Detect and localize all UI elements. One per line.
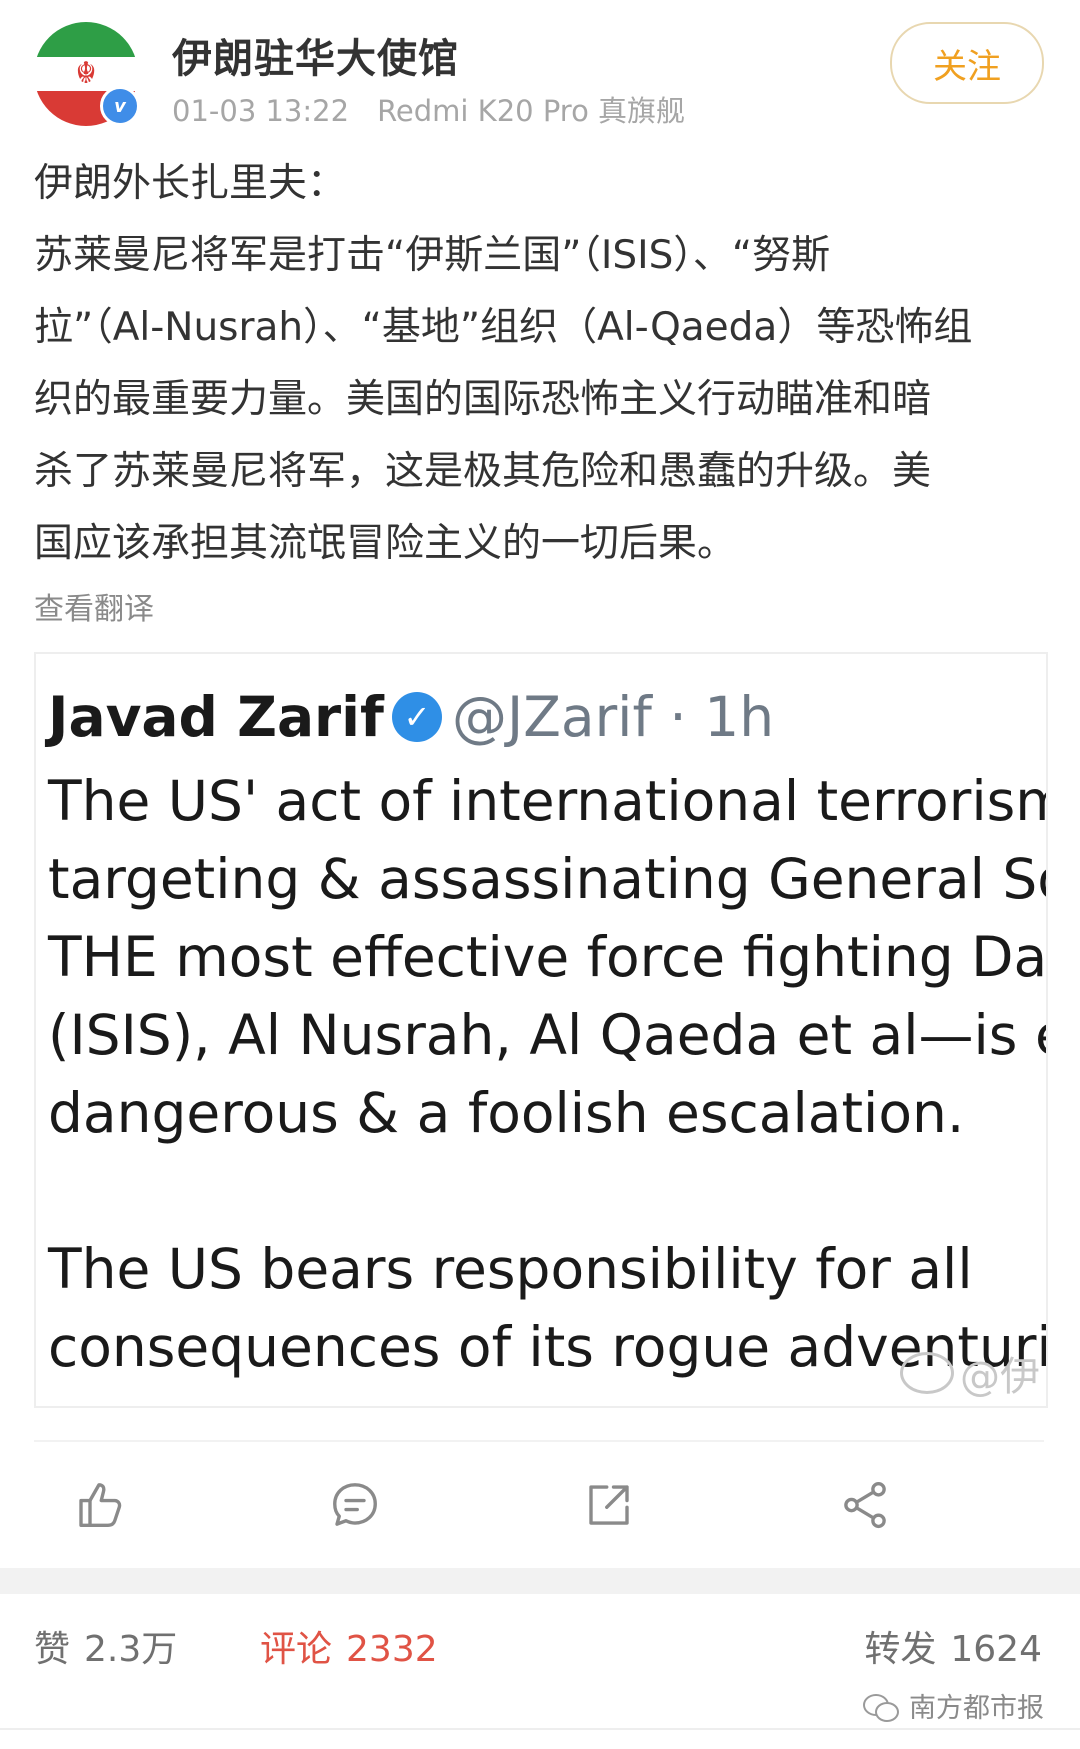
thumbs-up-icon xyxy=(79,1483,122,1527)
tweet-screenshot-image[interactable]: Javad Zarif ✓ @JZarif · 1h The US' act of … xyxy=(34,652,1048,1408)
divider xyxy=(34,1440,1044,1442)
avatar[interactable]: ☬ v xyxy=(34,22,140,126)
stats-bar: 赞 2.3万 评论 2332 转发 1624 xyxy=(0,1620,1080,1690)
like-count-tab[interactable]: 赞 2.3万 xyxy=(34,1620,177,1672)
post-line: 织的最重要力量。美国的国际恐怖主义行动瞄准和暗 xyxy=(34,377,932,422)
weibo-logo-icon xyxy=(900,1352,954,1394)
wechat-icon xyxy=(863,1692,901,1722)
section-separator xyxy=(0,1568,1080,1594)
tweet-line: dangerous & a foolish escalation. xyxy=(48,1081,965,1145)
post-line: 拉”（Al-Nusrah）、“基地”组织（Al-Qaeda）等恐怖组 xyxy=(34,305,973,350)
source-name: 南方都市报 xyxy=(909,1693,1044,1724)
like-button[interactable] xyxy=(64,1470,134,1540)
tweet-handle: @JZarif · 1h xyxy=(451,685,775,749)
repost-icon xyxy=(589,1485,629,1525)
tweet-line: consequences of its rogue adventurisı xyxy=(48,1315,1048,1379)
repost-count: 1624 xyxy=(950,1629,1042,1670)
translate-link[interactable]: 查看翻译 xyxy=(34,584,154,628)
like-label: 赞 xyxy=(34,1629,71,1670)
weibo-watermark: @伊 xyxy=(900,1344,1040,1402)
comment-count: 2332 xyxy=(346,1629,438,1670)
tweet-line: targeting & assassinating General Sole xyxy=(48,847,1048,911)
tweet-line: THE most effective force fighting Daes xyxy=(48,925,1048,989)
share-button[interactable] xyxy=(830,1470,900,1540)
bottom-divider xyxy=(0,1728,1080,1730)
post-line: 杀了苏莱曼尼将军，这是极其危险和愚蠢的升级。美 xyxy=(34,449,932,494)
tweet-line: The US bears responsibility for all xyxy=(48,1237,973,1301)
tweet-line xyxy=(48,1152,1046,1230)
repost-label: 转发 xyxy=(864,1629,937,1670)
device-source: Redmi K20 Pro 真旗舰 xyxy=(377,94,686,128)
timestamp: 01-03 13:22 xyxy=(172,94,350,128)
comment-icon xyxy=(333,1483,377,1526)
verified-check-icon: ✓ xyxy=(391,691,442,742)
account-name[interactable]: 伊朗驻华大使馆 xyxy=(172,26,459,84)
post-line: 伊朗外长扎里夫： xyxy=(34,161,347,206)
watermark-text: @伊 xyxy=(960,1354,1040,1400)
follow-button[interactable]: 关注 xyxy=(890,22,1044,104)
tweet-line: The US' act of international terrorism, xyxy=(48,769,1048,833)
post-meta: 01-03 13:22 Redmi K20 Pro 真旗舰 xyxy=(172,88,685,130)
share-icon xyxy=(844,1481,886,1529)
repost-count-tab[interactable]: 转发 1624 xyxy=(864,1620,1042,1672)
comment-button[interactable] xyxy=(320,1470,390,1540)
repost-button[interactable] xyxy=(574,1470,644,1540)
tweet-author-name: Javad Zarif xyxy=(48,685,384,749)
action-bar xyxy=(34,1470,1044,1540)
tweet-line: (ISIS), Al Nusrah, Al Qaeda et al—is ext xyxy=(48,1003,1048,1067)
source-watermark: 南方都市报 xyxy=(863,1686,1044,1725)
like-count: 2.3万 xyxy=(84,1629,178,1670)
comment-count-tab[interactable]: 评论 2332 xyxy=(260,1620,438,1672)
tweet-header: Javad Zarif ✓ @JZarif · 1h xyxy=(48,684,774,750)
comment-label: 评论 xyxy=(260,1629,333,1670)
verified-v-icon: v xyxy=(100,86,140,126)
emblem-icon: ☬ xyxy=(75,56,97,91)
post-line: 苏莱曼尼将军是打击“伊斯兰国”（ISIS）、“努斯 xyxy=(34,233,831,278)
tweet-body: The US' act of international terrorism, … xyxy=(48,762,1048,1386)
post-text: 伊朗外长扎里夫： 苏莱曼尼将军是打击“伊斯兰国”（ISIS）、“努斯 拉”（Al… xyxy=(34,148,1044,580)
post-line: 国应该承担其流氓冒险主义的一切后果。 xyxy=(34,521,737,566)
